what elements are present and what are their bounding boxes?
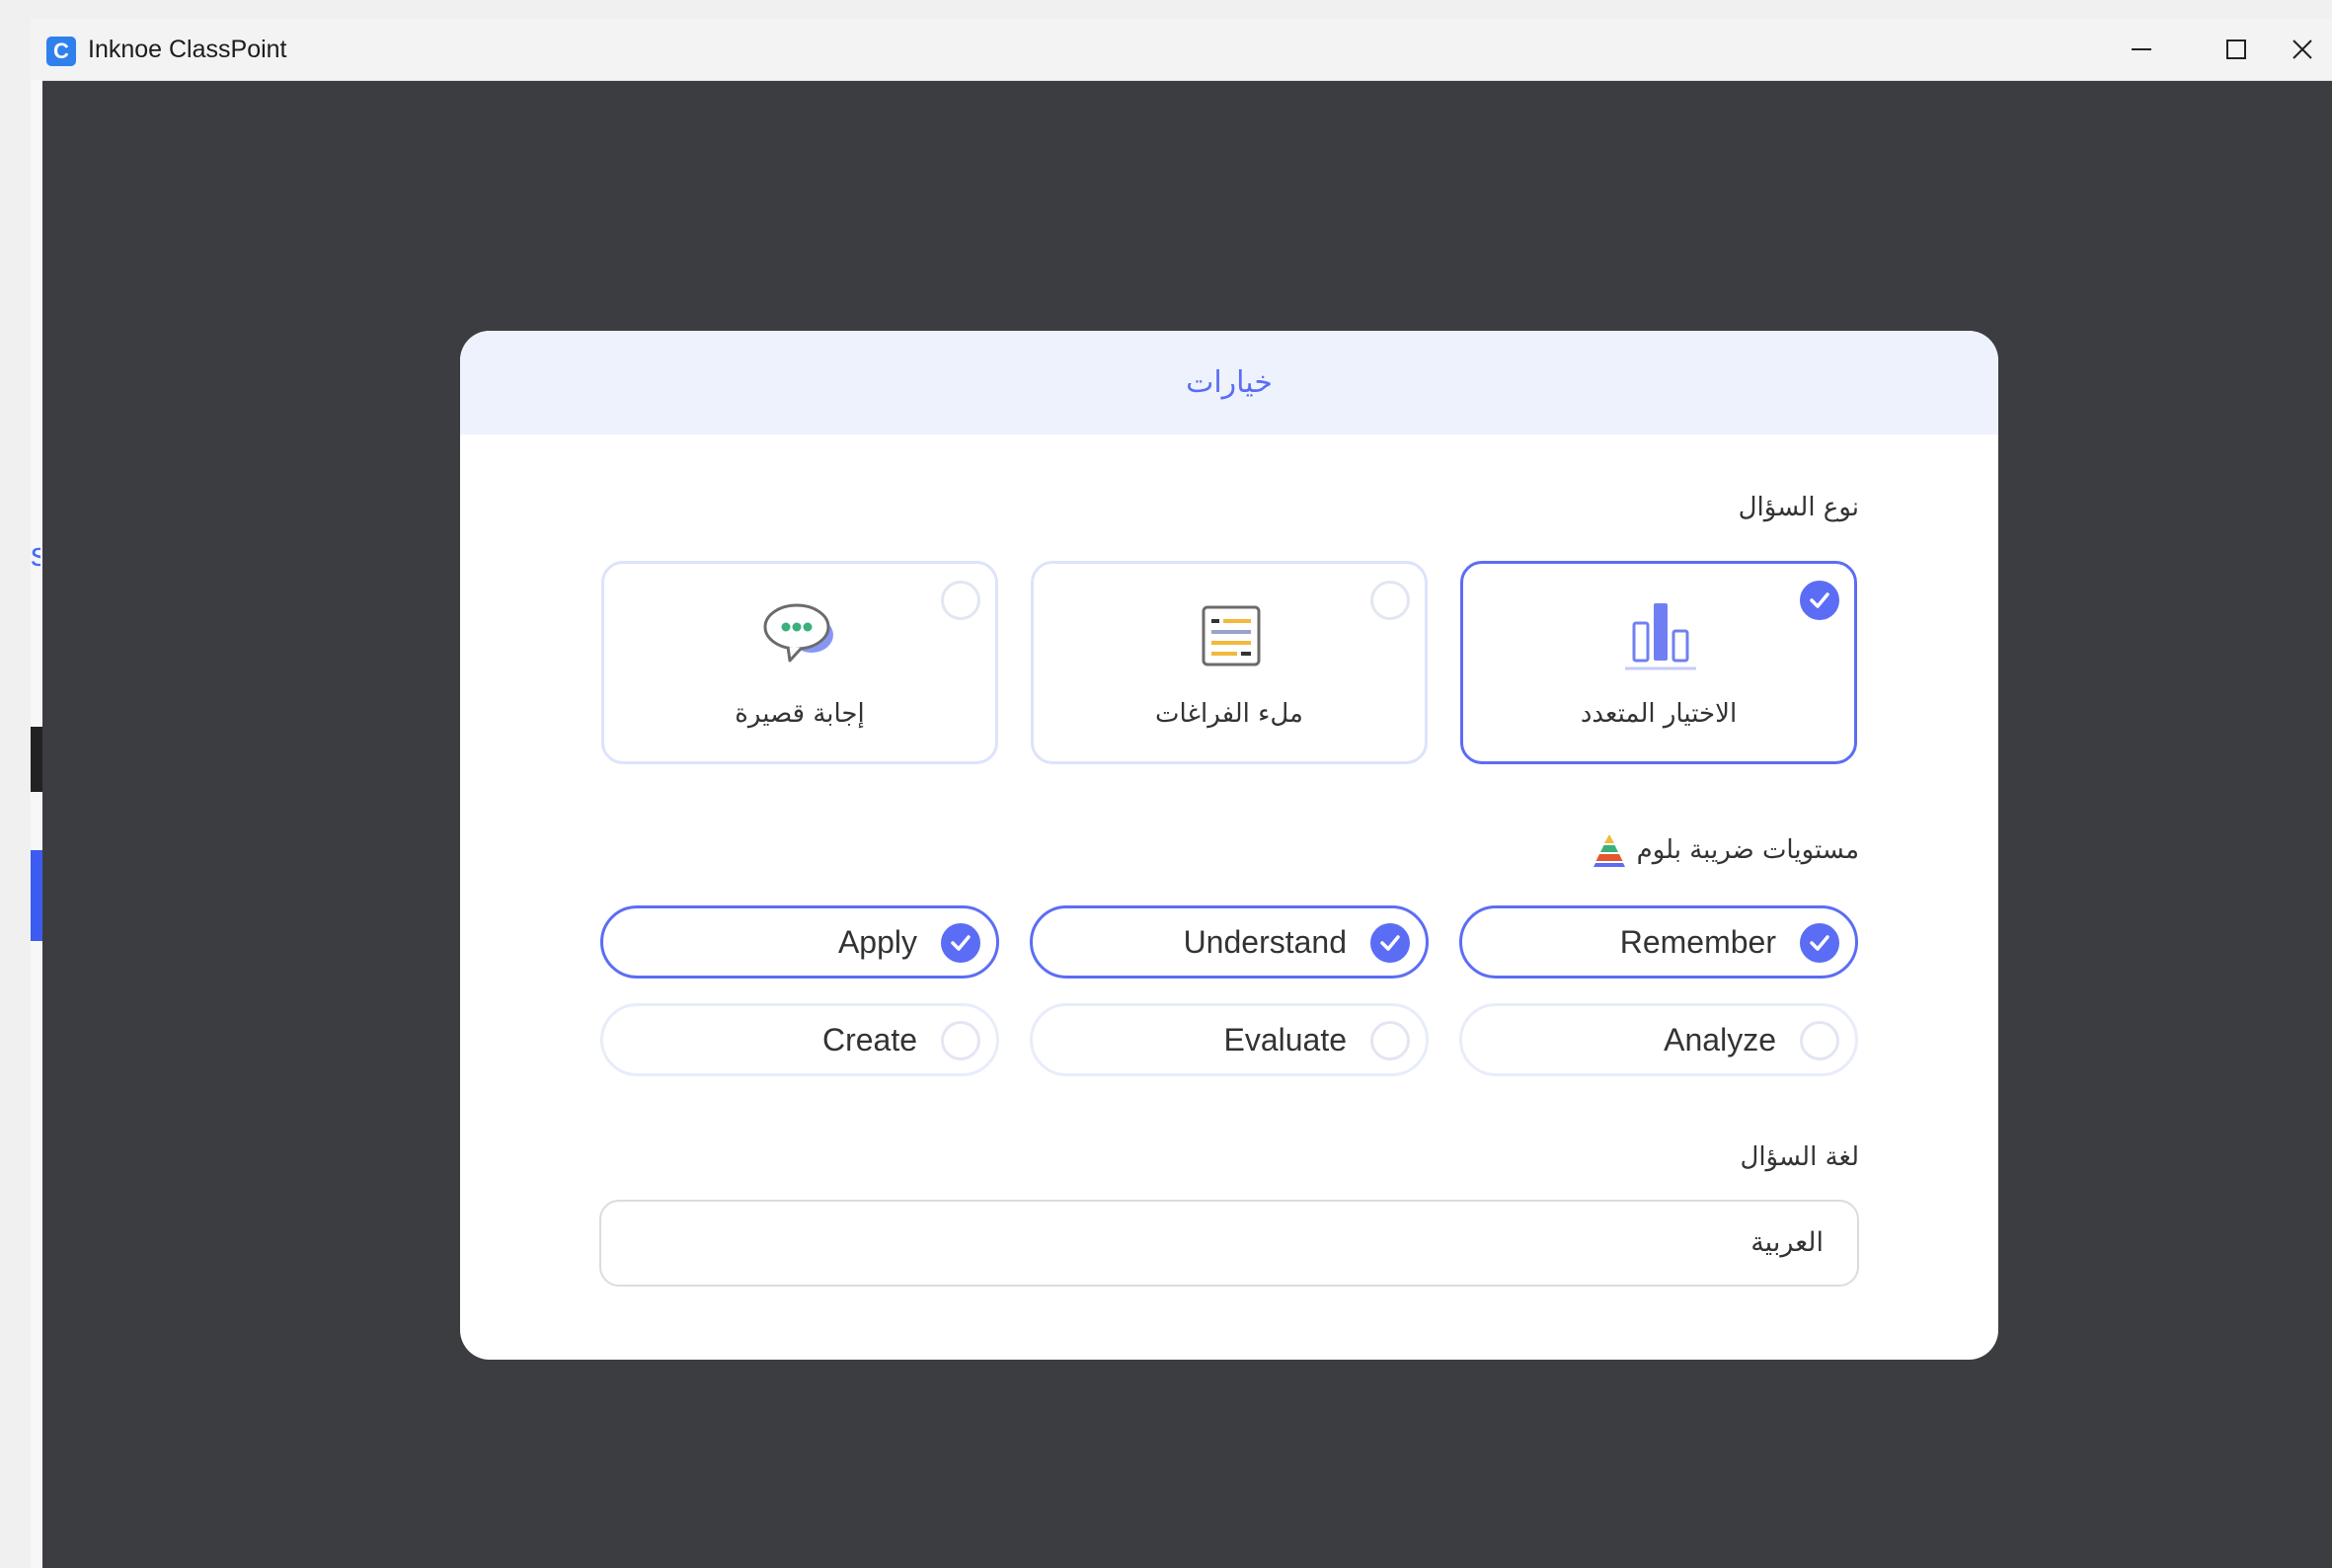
bloom-remember-option[interactable]: Remember [1459,905,1858,979]
options-dialog: خيارات نوع السؤال الاختيار المتعدد ملء ا… [460,331,1998,1360]
bar-chart-icon [1625,603,1696,670]
minimize-icon [2132,48,2151,50]
question-language-select[interactable]: العربية [599,1200,1859,1287]
evaluate-label: Evaluate [1223,1022,1347,1058]
fill-blanks-label: ملء الفراغات [1155,699,1303,729]
question-type-multiple-choice[interactable]: الاختيار المتعدد [1460,561,1857,764]
bloom-levels-label-row: مستويات ضريبة بلوم [1592,832,1859,868]
multiple-choice-label: الاختيار المتعدد [1580,699,1738,729]
bloom-understand-option[interactable]: Understand [1030,905,1429,979]
apply-checkbox[interactable] [941,923,980,963]
analyze-checkbox[interactable] [1800,1021,1839,1060]
bloom-create-option[interactable]: Create [600,1003,999,1076]
analyze-label: Analyze [1664,1022,1776,1058]
fill-blanks-icon [1202,605,1261,666]
understand-label: Understand [1183,924,1347,960]
pyramid-icon [1593,834,1625,867]
chat-bubble-icon [763,603,833,663]
checkmark-icon [1810,935,1829,951]
question-type-label: نوع السؤال [1738,493,1859,522]
minimize-button[interactable] [2112,27,2171,72]
checkmark-icon [951,935,971,951]
background-slide-text: s [31,540,40,570]
maximize-icon [2226,39,2246,59]
close-icon [2293,39,2312,59]
background-slide-glyph [31,727,42,792]
question-language-label: لغة السؤال [1740,1142,1859,1172]
create-checkbox[interactable] [941,1021,980,1060]
classpoint-window: C Inknoe ClassPoint s خيارات نوع السؤال [31,19,2332,1568]
background-slide-edge: s [31,80,42,1568]
apply-label: Apply [837,924,917,960]
maximize-button[interactable] [2207,27,2266,72]
bloom-analyze-option[interactable]: Analyze [1459,1003,1858,1076]
bloom-levels-label: مستويات ضريبة بلوم [1636,835,1859,865]
close-button[interactable] [2273,27,2332,72]
background-slide-glyph [31,850,42,941]
remember-checkbox[interactable] [1800,923,1839,963]
create-label: Create [821,1022,917,1058]
bloom-evaluate-option[interactable]: Evaluate [1030,1003,1429,1076]
evaluate-checkbox[interactable] [1370,1021,1410,1060]
remember-label: Remember [1619,924,1776,960]
multiple-choice-radio[interactable] [1800,581,1839,620]
question-language-value: العربية [1750,1227,1824,1258]
title-bar: C Inknoe ClassPoint [31,19,2332,81]
dialog-header: خيارات [460,331,1998,434]
checkmark-icon [1380,935,1400,951]
short-answer-radio[interactable] [941,581,980,620]
window-title: Inknoe ClassPoint [88,36,287,63]
question-type-fill-blanks[interactable]: ملء الفراغات [1031,561,1428,764]
fill-blanks-radio[interactable] [1370,581,1410,620]
question-type-short-answer[interactable]: إجابة قصيرة [601,561,998,764]
understand-checkbox[interactable] [1370,923,1410,963]
bloom-apply-option[interactable]: Apply [600,905,999,979]
checkmark-icon [1810,592,1829,608]
classpoint-logo-icon: C [46,37,76,66]
short-answer-label: إجابة قصيرة [735,699,865,729]
dialog-title: خيارات [1186,365,1273,400]
